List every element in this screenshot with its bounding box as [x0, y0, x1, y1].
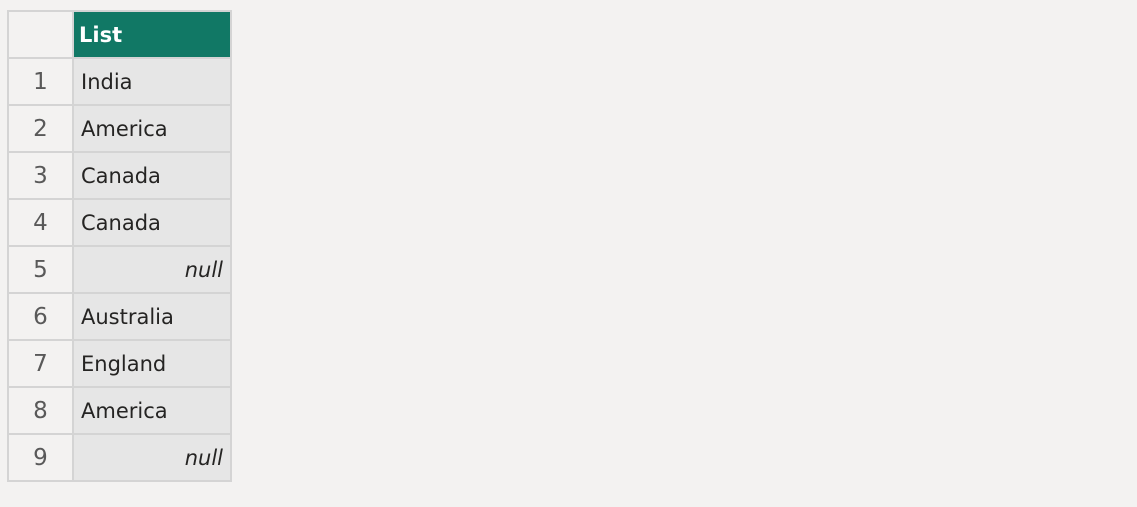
row-index[interactable]: 1 [7, 57, 74, 106]
list-cell[interactable]: Canada [72, 198, 232, 247]
header-row: List [7, 10, 232, 59]
row-index[interactable]: 9 [7, 433, 74, 482]
table-row[interactable]: 5 null [7, 245, 232, 294]
data-grid: List 1 India 2 America 3 Canada 4 Canada 5 null 6 A… [7, 10, 232, 482]
corner-cell[interactable] [7, 10, 74, 59]
table-row[interactable]: 6 Australia [7, 292, 232, 341]
table-row[interactable]: 3 Canada [7, 151, 232, 200]
row-index[interactable]: 8 [7, 386, 74, 435]
table-row[interactable]: 9 null [7, 433, 232, 482]
null-cell[interactable]: null [72, 245, 232, 294]
table-row[interactable]: 1 India [7, 57, 232, 106]
list-cell[interactable]: America [72, 104, 232, 153]
list-cell[interactable]: Canada [72, 151, 232, 200]
row-index[interactable]: 7 [7, 339, 74, 388]
row-index[interactable]: 4 [7, 198, 74, 247]
list-cell[interactable]: India [72, 57, 232, 106]
list-cell[interactable]: England [72, 339, 232, 388]
row-index[interactable]: 5 [7, 245, 74, 294]
null-cell[interactable]: null [72, 433, 232, 482]
row-index[interactable]: 6 [7, 292, 74, 341]
table-row[interactable]: 8 America [7, 386, 232, 435]
list-cell[interactable]: America [72, 386, 232, 435]
table-row[interactable]: 2 America [7, 104, 232, 153]
row-index[interactable]: 2 [7, 104, 74, 153]
column-header-list[interactable]: List [72, 10, 232, 59]
list-cell[interactable]: Australia [72, 292, 232, 341]
table-row[interactable]: 4 Canada [7, 198, 232, 247]
row-index[interactable]: 3 [7, 151, 74, 200]
table-row[interactable]: 7 England [7, 339, 232, 388]
